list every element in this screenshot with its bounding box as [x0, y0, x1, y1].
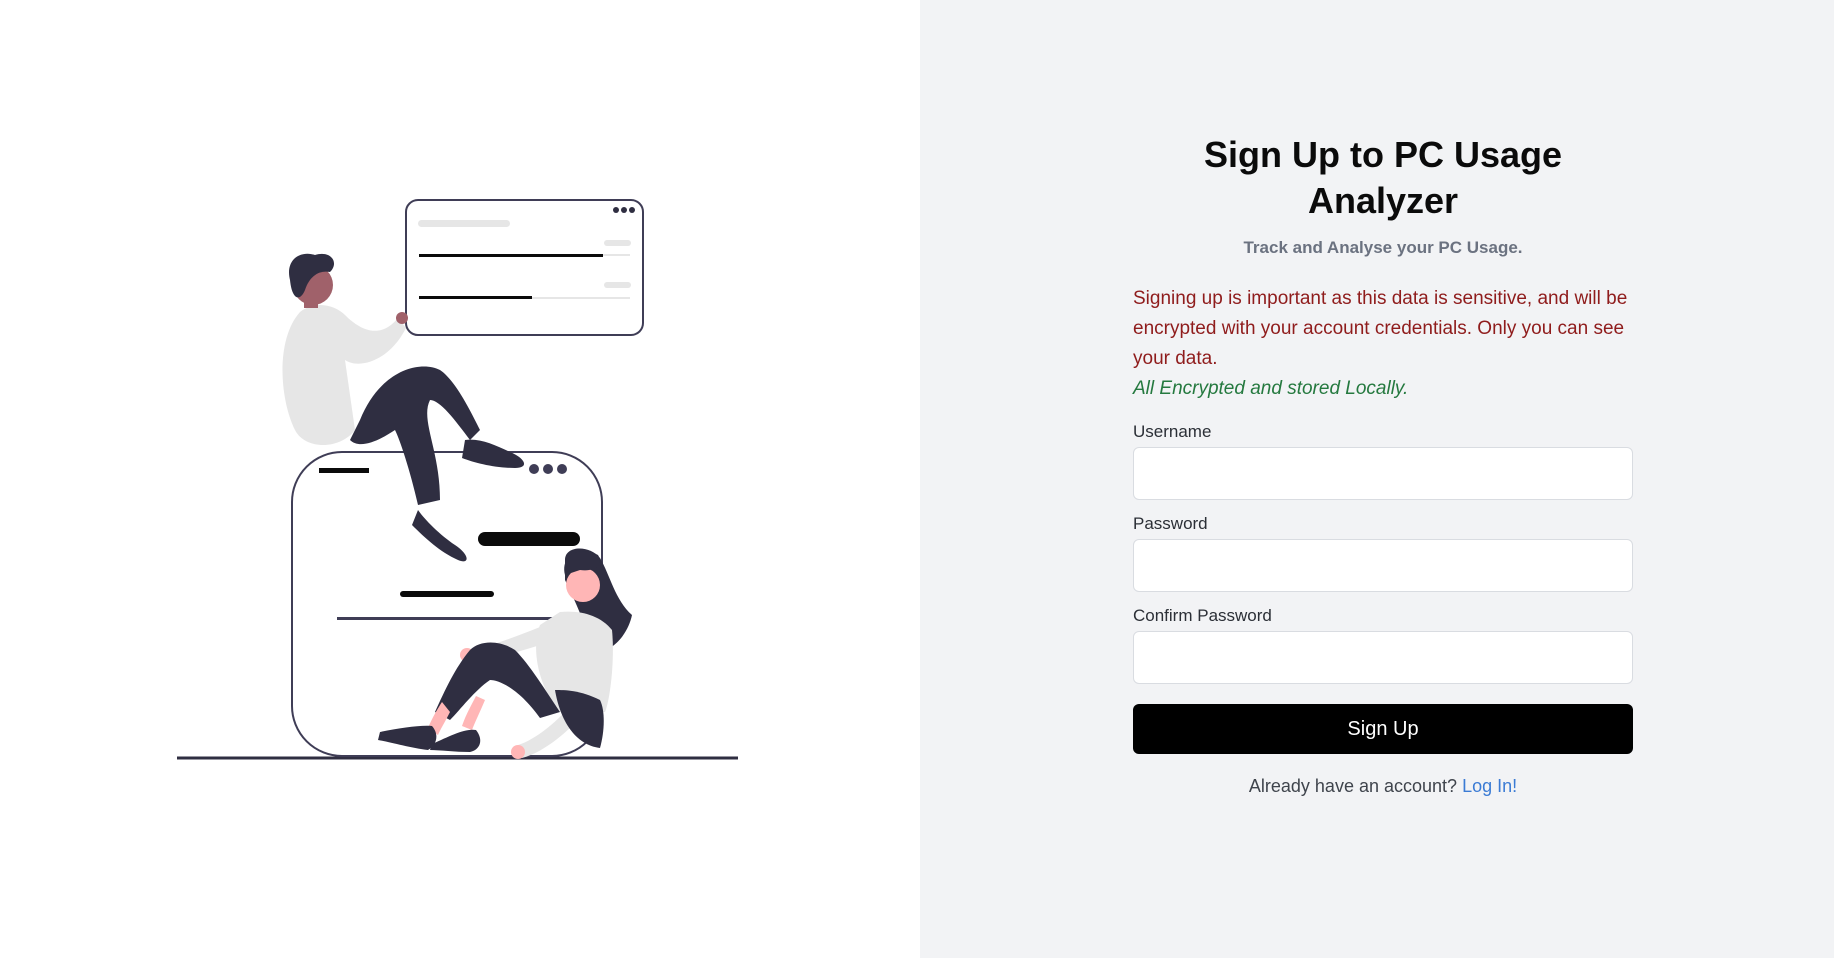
floating-card: [405, 199, 644, 336]
confirm-password-label: Confirm Password: [1133, 606, 1272, 625]
sign-up-button[interactable]: Sign Up: [1133, 704, 1633, 754]
password-input[interactable]: [1133, 539, 1633, 592]
login-prompt-row: Already have an account? Log In!: [1133, 776, 1633, 797]
page-title: Sign Up to PC Usage Analyzer: [1203, 134, 1563, 221]
confirm-password-input[interactable]: [1133, 631, 1633, 684]
security-notice: Signing up is important as this data is …: [1133, 288, 1628, 369]
signup-illustration: [177, 199, 738, 760]
username-input[interactable]: [1133, 447, 1633, 500]
signup-form: Sign Up to PC Usage Analyzer Track and A…: [1133, 132, 1633, 797]
illustration-panel: [0, 0, 920, 958]
username-label: Username: [1133, 422, 1212, 441]
signup-panel: Sign Up to PC Usage Analyzer Track and A…: [920, 0, 1834, 958]
encryption-note: All Encrypted and stored Locally.: [1133, 378, 1409, 399]
password-label: Password: [1133, 514, 1208, 533]
login-link[interactable]: Log In!: [1462, 776, 1517, 796]
login-prompt-text: Already have an account?: [1248, 776, 1458, 796]
page-subtitle: Track and Analyse your PC Usage.: [1243, 238, 1523, 257]
